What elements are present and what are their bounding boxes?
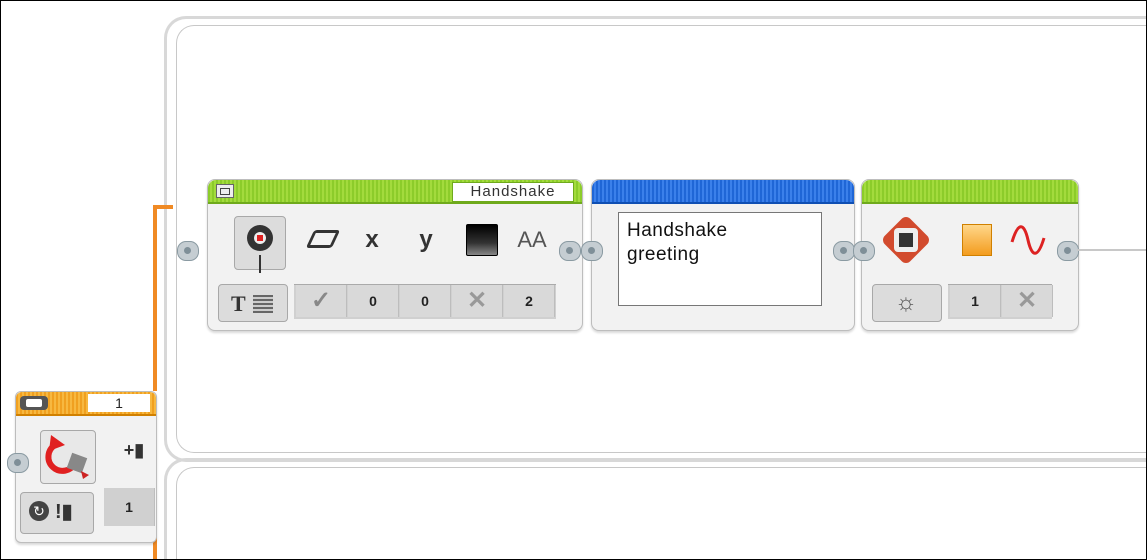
text-comment-block[interactable]: Handshake greeting xyxy=(591,179,855,331)
cross-icon: ✕ xyxy=(466,287,488,314)
y-icon: y xyxy=(419,226,433,253)
block-collapse-icon[interactable] xyxy=(216,184,234,198)
text-block-in-plug[interactable] xyxy=(581,241,603,261)
param-y[interactable]: 0 xyxy=(400,285,451,317)
light-mode-icon-box[interactable] xyxy=(876,212,938,272)
x-icon: x xyxy=(365,226,379,253)
loop-count-mode-selector[interactable]: ↻ !▮ xyxy=(20,492,94,534)
display-mode-icon-box[interactable] xyxy=(234,216,286,273)
display-block[interactable]: Handshake T x y AA ✓ 0 0 ✕ 2 xyxy=(207,179,583,331)
text-grid-mode-selector[interactable]: T xyxy=(218,284,288,322)
light-block-out-plug[interactable] xyxy=(1057,241,1079,261)
display-block-in-plug[interactable] xyxy=(177,241,199,261)
param-x[interactable]: 0 xyxy=(348,285,399,317)
param-font-size[interactable]: 2 xyxy=(504,285,555,317)
loop-count-param[interactable]: 1 xyxy=(104,488,155,526)
check-icon: ✓ xyxy=(310,287,332,314)
text-line-1: Handshake xyxy=(627,220,728,241)
light-block-in-plug[interactable] xyxy=(853,241,875,261)
text-block-header[interactable] xyxy=(592,180,854,204)
clear-screen-check[interactable]: ✓ xyxy=(296,285,347,317)
orange-color-icon xyxy=(956,222,996,258)
loop-index-icon: +▮ xyxy=(123,440,145,460)
display-block-title[interactable]: Handshake xyxy=(452,182,574,202)
text-grid-mode-icon: T xyxy=(231,291,246,316)
param-pulse[interactable]: ✕ xyxy=(1002,285,1053,317)
loop-block-in-plug[interactable] xyxy=(7,453,29,473)
interrupt-icon: ↻ xyxy=(29,501,49,521)
lower-lane-inner xyxy=(176,467,1146,559)
loop-arrow-icon xyxy=(45,435,89,479)
cross-icon: ✕ xyxy=(1016,287,1038,314)
text-block-out-plug[interactable] xyxy=(833,241,855,261)
loop-block[interactable]: 1 +▮ ↻ !▮ 1 xyxy=(15,391,157,543)
sequence-wire xyxy=(1077,249,1146,251)
param-light-color[interactable]: 1 xyxy=(950,285,1001,317)
light-mode-selector[interactable]: ☼ xyxy=(872,284,942,322)
text-line-2: greeting xyxy=(627,244,700,265)
light-mode-icon: ☼ xyxy=(895,289,917,316)
program-canvas[interactable]: Handshake T x y AA ✓ 0 0 ✕ 2 Handshake g… xyxy=(0,0,1147,560)
count-icon: !▮ xyxy=(55,501,73,523)
loop-name-label[interactable]: 1 xyxy=(88,394,150,412)
color-icon xyxy=(460,222,500,258)
display-block-out-plug[interactable] xyxy=(559,241,581,261)
orange-data-wire-vertical xyxy=(153,205,157,391)
eraser-icon xyxy=(300,222,341,258)
pulse-icon xyxy=(1008,222,1048,258)
display-brick-icon xyxy=(247,225,273,251)
loop-mode-icon-box[interactable] xyxy=(40,430,96,484)
brick-light-icon xyxy=(880,214,932,266)
light-block-header[interactable] xyxy=(862,180,1078,204)
font-size-icon: AA xyxy=(517,227,547,252)
loop-block-collapse-icon[interactable] xyxy=(20,396,48,410)
text-input-box[interactable]: Handshake greeting xyxy=(618,212,822,306)
brick-light-block[interactable]: ☼ 1 ✕ xyxy=(861,179,1079,331)
param-color[interactable]: ✕ xyxy=(452,285,503,317)
